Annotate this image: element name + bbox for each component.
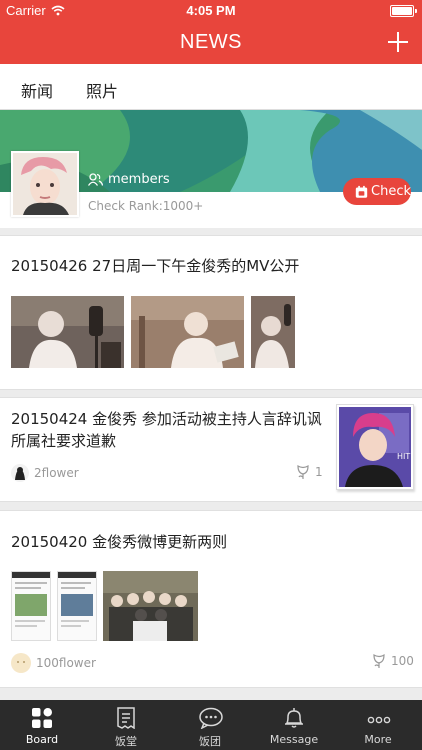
check-in-button[interactable]: Check <box>343 178 411 205</box>
tab-news[interactable]: 新闻 <box>16 78 58 114</box>
chat-bubble-icon <box>199 707 223 729</box>
plus-icon[interactable] <box>386 30 410 54</box>
battery-level <box>392 7 412 15</box>
news-title: 20150424 金俊秀 参加活动被主持人言辞讥讽 所属社要求道歉 <box>11 410 322 450</box>
news-photo[interactable] <box>57 571 97 641</box>
flower-icon <box>297 464 309 479</box>
author-name: 2flower <box>34 466 79 480</box>
people-icon <box>88 173 103 186</box>
members-link[interactable]: members <box>88 172 170 187</box>
news-card[interactable]: 20150424 金俊秀 参加活动被主持人言辞讥讽 所属社要求道歉 HIT 2f… <box>0 397 422 502</box>
navigation-bar: NEWS <box>0 22 422 64</box>
flower-icon <box>373 653 385 668</box>
segment-tabs: 新闻 照片 <box>0 64 422 114</box>
news-photo[interactable] <box>11 571 51 641</box>
bell-icon <box>285 708 303 728</box>
news-photo[interactable] <box>251 296 295 368</box>
check-label: Check <box>371 184 411 199</box>
author-avatar <box>11 653 31 673</box>
battery-icon <box>390 5 417 17</box>
tab-fantang[interactable]: 饭堂 <box>84 700 168 750</box>
news-card[interactable]: 20150426 27日周一下午金俊秀的MV公开 <box>0 235 422 390</box>
bottom-tab-bar: Board 饭堂 饭团 Message More <box>0 700 422 750</box>
news-title: 20150426 27日周一下午金俊秀的MV公开 <box>11 257 300 275</box>
calendar-icon <box>355 185 368 198</box>
avatar[interactable] <box>11 151 79 217</box>
news-photo[interactable] <box>103 571 198 641</box>
check-rank: Check Rank:1000+ <box>88 199 204 213</box>
tab-more[interactable]: More <box>336 700 420 750</box>
news-photo[interactable] <box>11 296 124 368</box>
post-author[interactable]: 100flower <box>11 653 96 673</box>
tab-fantuan[interactable]: 饭团 <box>168 700 252 750</box>
document-icon <box>117 707 135 729</box>
news-thumbnail[interactable]: HIT <box>336 404 414 490</box>
grid-icon <box>32 708 52 728</box>
profile-header: members Check Rank:1000+ Check <box>0 110 422 228</box>
tab-label: Board <box>25 733 59 746</box>
tab-label: More <box>364 733 392 746</box>
more-dots-icon <box>367 716 391 724</box>
tab-label: 饭团 <box>199 735 221 748</box>
like-count[interactable]: 1 <box>296 464 323 480</box>
author-avatar <box>11 464 29 482</box>
tab-label: 饭堂 <box>115 735 137 748</box>
svg-text:HIT: HIT <box>397 452 410 461</box>
post-author[interactable]: 2flower <box>11 464 79 482</box>
page-title: NEWS <box>180 31 242 53</box>
news-card[interactable]: 20150420 金俊秀微博更新两则 100flower 100 <box>0 510 422 688</box>
tab-label: Message <box>269 733 319 746</box>
status-time: 4:05 PM <box>186 3 236 18</box>
like-count[interactable]: 100 <box>372 653 414 669</box>
like-count-value: 1 <box>315 465 323 479</box>
tab-photos[interactable]: 照片 <box>86 78 118 102</box>
tab-board[interactable]: Board <box>0 700 84 750</box>
author-name: 100flower <box>36 656 96 670</box>
tab-message[interactable]: Message <box>252 700 336 750</box>
news-photo[interactable] <box>131 296 244 368</box>
status-bar: Carrier 4:05 PM <box>0 0 422 22</box>
like-count-value: 100 <box>391 654 414 668</box>
news-title: 20150420 金俊秀微博更新两则 <box>11 533 228 551</box>
members-label: members <box>108 172 170 187</box>
